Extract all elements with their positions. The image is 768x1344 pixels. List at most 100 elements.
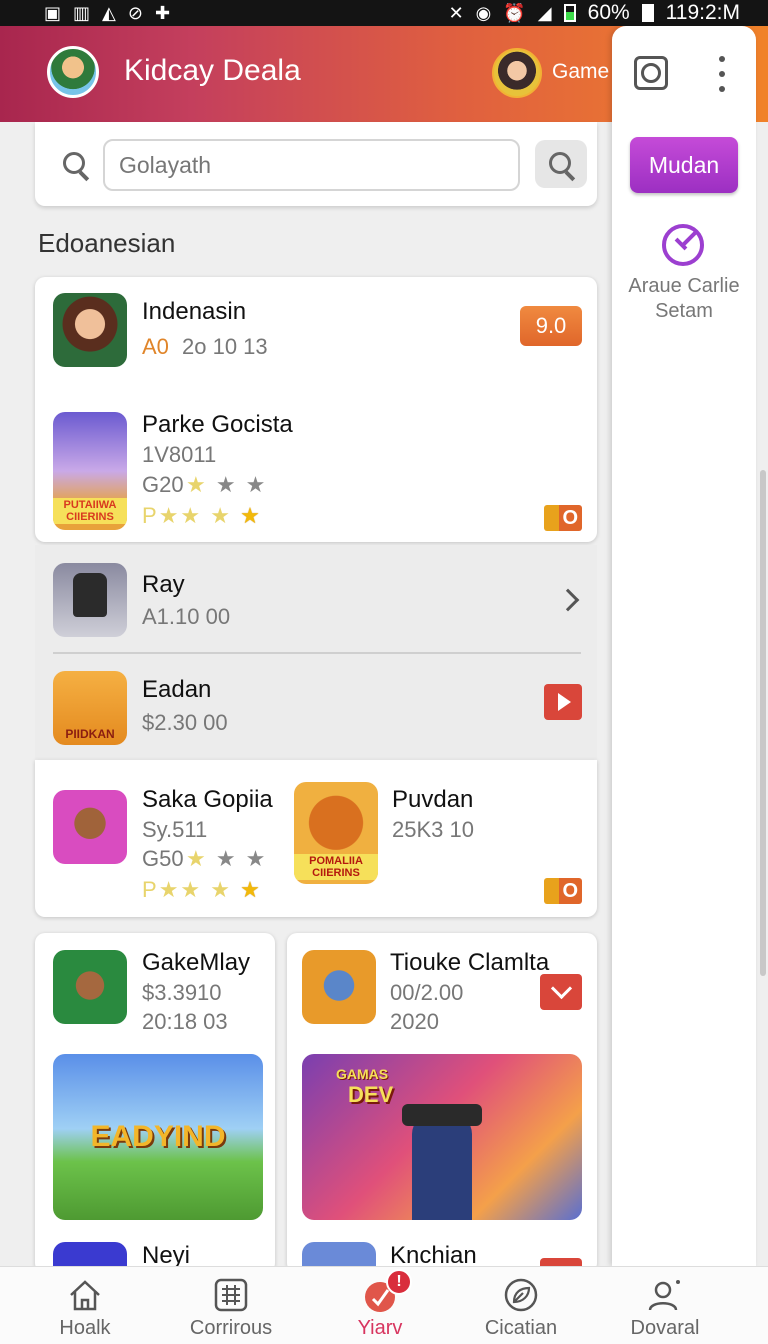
search-icon (547, 150, 577, 180)
nav-label: Cicatian (484, 1317, 558, 1339)
game-thumbnail[interactable] (53, 293, 127, 367)
rating-stars: P★★ ★ ★ (142, 503, 262, 528)
game-thumbnail[interactable] (53, 1242, 127, 1266)
rating-stars: P★★ ★ ★ (142, 877, 262, 902)
thumbnail-title: PIIDKAN (65, 727, 115, 741)
item-meta: G50 (142, 846, 184, 871)
item-meta: Sy.511 (142, 817, 208, 842)
item-name[interactable]: Indenasin (142, 298, 246, 326)
rating-stars: ★ ★ ★ (186, 472, 268, 497)
banner-title: DEV (348, 1082, 394, 1107)
game-thumbnail[interactable]: POMALIIA CIIERINS (294, 782, 378, 884)
grid-icon (214, 1278, 248, 1312)
item-name[interactable]: Tiouke Clamlta (390, 949, 549, 977)
banner-subtitle: GAMAS (336, 1066, 389, 1082)
thumbnail-title: POMALIIA CIIERINS (294, 854, 378, 880)
mini-badge[interactable]: O (544, 505, 582, 531)
panel-caption-line1: Araue Carlie (628, 275, 740, 297)
rating-prefix: P (142, 503, 159, 528)
scrollbar[interactable] (760, 470, 766, 976)
nav-label: Corrirous (189, 1317, 273, 1339)
game-thumbnail[interactable]: PUTAIIWA CIIERINS (53, 412, 127, 530)
battery-level-icon (641, 4, 654, 22)
search-button[interactable] (535, 140, 587, 188)
leaf-icon (504, 1278, 538, 1312)
lock-icon: ▣ (44, 2, 62, 23)
chevron-down-icon[interactable] (540, 974, 582, 1010)
item-tag: A0 (142, 334, 169, 359)
game-avatar[interactable] (492, 48, 542, 98)
score-badge[interactable]: 9.0 (520, 306, 582, 346)
rating-prefix: P (142, 877, 159, 902)
item-meta: G20 (142, 472, 184, 497)
profile-avatar[interactable] (47, 46, 99, 98)
item-meta: 1V8011 (142, 442, 217, 467)
item-name[interactable]: Eadan (142, 676, 211, 704)
image-icon: ◭ (102, 2, 116, 23)
notification-badge: ! (386, 1269, 412, 1295)
game-thumbnail[interactable] (302, 1242, 376, 1266)
divider (53, 652, 581, 654)
item-name[interactable]: GakeMlay (142, 949, 250, 977)
search-icon (61, 150, 91, 180)
side-panel: Mudan Araue Carlie Setam (612, 26, 756, 1266)
item-meta: 20:18 03 (142, 1009, 228, 1034)
game-thumbnail[interactable] (53, 950, 127, 1024)
nav-label: Dovaral (630, 1317, 700, 1339)
signal-icon: ◢ (537, 2, 552, 23)
item-meta: 25K3 10 (392, 817, 474, 842)
camera-icon[interactable] (634, 56, 668, 90)
game-thumbnail[interactable]: PIIDKAN (53, 671, 127, 745)
game-thumbnail[interactable] (302, 950, 376, 1024)
item-meta: 00/2.00 (390, 980, 464, 1005)
sim-icon: ▥ (73, 2, 91, 23)
status-bar: ▣ ▥ ◭ ⊘ ✚ ✕ ◉ ⏰ ◢ 60% 119:2:M (0, 0, 768, 26)
mini-badge[interactable]: O (544, 878, 582, 904)
item-name[interactable]: Puvdan (392, 786, 473, 814)
alarm-icon: ⏰ (503, 2, 526, 23)
item-meta: $3.3910 (142, 980, 222, 1005)
game-label[interactable]: Game (552, 60, 609, 84)
more-options-icon[interactable] (714, 56, 730, 92)
section-title: Edoanesian (38, 228, 176, 258)
banner-title: EADYIND (90, 1120, 226, 1153)
battery-icon (563, 4, 576, 22)
home-icon (70, 1280, 100, 1311)
game-banner[interactable]: EADYIND (53, 1054, 263, 1220)
game-banner[interactable]: GAMAS DEV (302, 1054, 582, 1220)
item-name[interactable]: Ray (142, 571, 185, 599)
battery-percent: 60% (587, 1, 630, 24)
bottom-nav: Hoalk Corrirous ! Yiarv Cicatian Dovaral (0, 1266, 768, 1344)
thumbnail-title: PUTAIIWA CIIERINS (53, 498, 127, 524)
chevron-down-icon[interactable] (540, 1258, 582, 1266)
plus-icon: ✚ (154, 2, 171, 23)
app-title: Kidcay Deala (124, 54, 301, 87)
item-name[interactable]: Saka Gopiia (142, 786, 273, 814)
item-meta: A1.10 00 (142, 604, 231, 629)
status-right: ✕ ◉ ⏰ ◢ 60% 119:2:M (449, 1, 740, 25)
item-meta: $2.30 00 (142, 710, 228, 735)
rating-stars: ★ ★ ★ (186, 846, 268, 871)
search-input[interactable] (103, 139, 520, 191)
leaf-icon: ⊘ (127, 2, 143, 23)
game-thumbnail[interactable] (53, 790, 127, 864)
mudan-button[interactable]: Mudan (630, 137, 738, 193)
panel-caption-line2: Setam (655, 300, 713, 322)
search-bar (35, 122, 597, 206)
item-meta: 2020 (390, 1009, 439, 1034)
nav-home[interactable]: Hoalk (15, 1267, 155, 1344)
play-icon[interactable] (544, 684, 582, 720)
clock: 119:2:M (665, 1, 740, 24)
nav-explore[interactable]: Cicatian (451, 1267, 591, 1344)
game-thumbnail[interactable] (53, 563, 127, 637)
nav-profile[interactable]: Dovaral (595, 1267, 735, 1344)
user-icon (648, 1280, 680, 1311)
nfc-icon: ✕ (448, 2, 464, 23)
panel-caption[interactable]: Araue Carlie Setam (612, 274, 756, 324)
wifi-icon: ◉ (475, 2, 492, 23)
item-name[interactable]: Parke Gocista (142, 411, 293, 439)
status-left: ▣ ▥ ◭ ⊘ ✚ (44, 3, 170, 24)
nav-categories[interactable]: Corrirous (161, 1267, 301, 1344)
nav-cart[interactable]: ! Yiarv (310, 1267, 450, 1344)
compass-icon[interactable] (662, 224, 704, 266)
